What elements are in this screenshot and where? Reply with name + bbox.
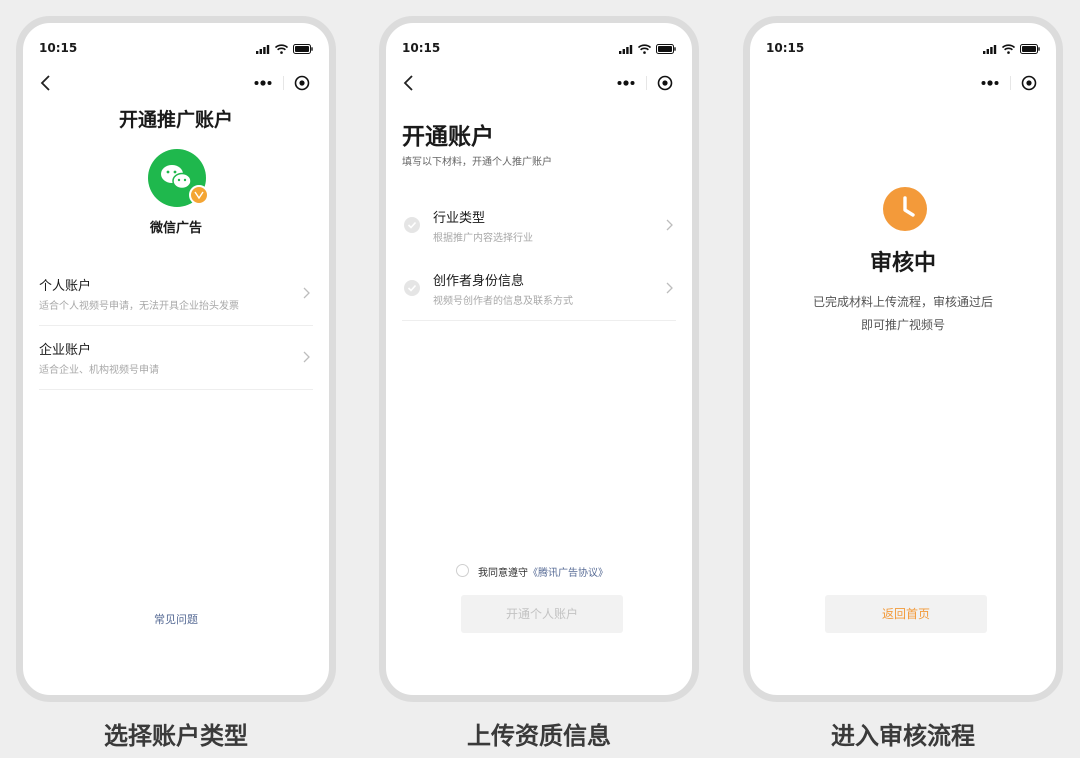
page-title: 开通推广账户 xyxy=(118,109,233,131)
mini-program-capsule xyxy=(608,69,682,97)
agreement-row: 我同意遵守《腾讯广告协议》 xyxy=(456,563,692,579)
close-button[interactable] xyxy=(1012,69,1046,97)
chevron-right-icon xyxy=(303,287,310,299)
wifi-icon xyxy=(1002,44,1015,54)
step-title: 创作者身份信息 xyxy=(433,274,525,289)
close-button[interactable] xyxy=(285,69,319,97)
option-desc: 适合企业、机构视频号申请 xyxy=(39,365,159,376)
step-desc: 视频号创作者的信息及联系方式 xyxy=(433,296,573,307)
option-title: 个人账户 xyxy=(39,279,92,294)
check-circle-icon xyxy=(404,217,420,233)
caption-step-3: 进入审核流程 xyxy=(831,722,975,750)
page-title: 审核中 xyxy=(869,251,936,276)
more-button[interactable] xyxy=(972,69,1008,97)
signal-icon xyxy=(619,44,633,54)
clock-icon xyxy=(883,187,927,231)
more-dots-icon xyxy=(254,80,272,86)
step-industry-type[interactable]: 行业类型 根据推广内容选择行业 xyxy=(402,195,676,257)
option-title: 企业账户 xyxy=(39,343,92,358)
step-desc: 根据推广内容选择行业 xyxy=(433,233,533,244)
option-desc: 适合个人视频号申请，无法开具企业抬头发票 xyxy=(39,301,239,312)
close-target-icon xyxy=(1021,75,1037,91)
faq-link[interactable]: 常见问题 xyxy=(23,611,329,627)
battery-icon xyxy=(293,44,313,54)
step-title: 行业类型 xyxy=(433,211,486,226)
agreement-link[interactable]: 《腾讯广告协议》 xyxy=(528,568,608,579)
back-chevron-icon[interactable] xyxy=(400,73,420,93)
status-bar: 10:15 xyxy=(386,41,692,57)
close-target-icon xyxy=(294,75,310,91)
review-description: 已完成材料上传流程，审核通过后 即可推广视频号 xyxy=(750,291,1056,337)
wifi-icon xyxy=(638,44,651,54)
phone-screen-account-type: 10:15 开通推广账户 微信广告 个人账户 适合个人视频号申请，无法开具企业抬… xyxy=(16,16,336,702)
open-personal-account-button[interactable]: 开通个人账户 xyxy=(461,595,623,633)
chevron-right-icon xyxy=(303,351,310,363)
status-time: 10:15 xyxy=(39,41,78,55)
status-bar: 10:15 xyxy=(750,41,1056,57)
back-chevron-icon[interactable] xyxy=(37,73,57,93)
status-time: 10:15 xyxy=(402,41,441,55)
back-home-button[interactable]: 返回首页 xyxy=(825,595,987,633)
review-desc-line: 即可推广视频号 xyxy=(860,318,945,332)
page-title: 开通账户 xyxy=(402,124,494,150)
signal-icon xyxy=(256,44,270,54)
caption-step-2: 上传资质信息 xyxy=(467,722,611,750)
status-bar: 10:15 xyxy=(23,41,329,57)
option-personal-account[interactable]: 个人账户 适合个人视频号申请，无法开具企业抬头发票 xyxy=(39,263,313,326)
more-dots-icon xyxy=(981,80,999,86)
ad-badge-icon xyxy=(189,185,209,205)
battery-icon xyxy=(656,44,676,54)
page-subtitle: 填写以下材料，开通个人推广账户 xyxy=(402,157,552,168)
close-button[interactable] xyxy=(648,69,682,97)
chevron-right-icon xyxy=(666,219,673,231)
status-time: 10:15 xyxy=(766,41,805,55)
agreement-checkbox[interactable] xyxy=(456,564,469,577)
step-creator-identity[interactable]: 创作者身份信息 视频号创作者的信息及联系方式 xyxy=(402,258,676,321)
phone-screen-review: 10:15 审核中 已完成材料上传流程，审核通过后 即可推广视频号 返回首页 xyxy=(743,16,1063,702)
option-enterprise-account[interactable]: 企业账户 适合企业、机构视频号申请 xyxy=(39,327,313,390)
chevron-right-icon xyxy=(666,282,673,294)
brand-name: 微信广告 xyxy=(149,221,202,236)
close-target-icon xyxy=(657,75,673,91)
more-dots-icon xyxy=(617,80,635,86)
more-button[interactable] xyxy=(245,69,281,97)
more-button[interactable] xyxy=(608,69,644,97)
agreement-text: 我同意遵守 xyxy=(478,568,528,579)
mini-program-capsule xyxy=(972,69,1046,97)
signal-icon xyxy=(983,44,997,54)
caption-step-1: 选择账户类型 xyxy=(104,722,248,750)
check-circle-icon xyxy=(404,280,420,296)
review-desc-line: 已完成材料上传流程，审核通过后 xyxy=(812,295,993,309)
wifi-icon xyxy=(275,44,288,54)
phone-screen-upload-info: 10:15 开通账户 填写以下材料，开通个人推广账户 行业类型 根据推广内容选择… xyxy=(379,16,699,702)
mini-program-capsule xyxy=(245,69,319,97)
battery-icon xyxy=(1020,44,1040,54)
